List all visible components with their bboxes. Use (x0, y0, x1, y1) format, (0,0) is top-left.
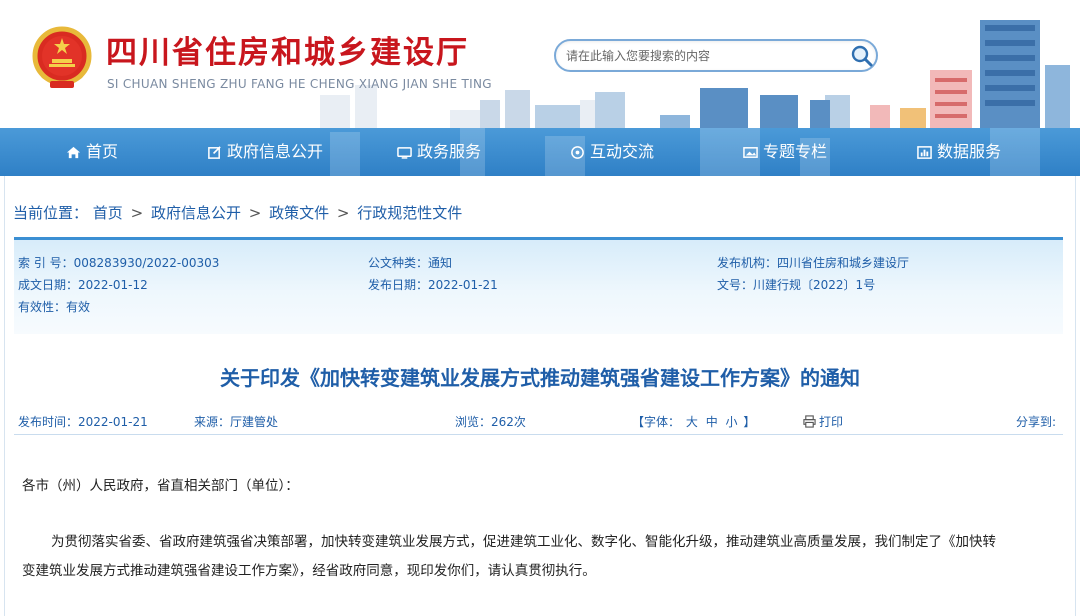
publish-time: 发布时间：2022-01-21 (18, 413, 148, 430)
breadcrumb-prefix: 当前位置： (13, 204, 89, 222)
meta-index-value: 008283930/2022-00303 (73, 256, 220, 270)
edit-icon (208, 145, 221, 159)
site-title-pinyin: SI CHUAN SHENG ZHU FANG HE CHENG XIANG J… (107, 77, 492, 91)
nav-label: 数据服务 (937, 142, 1002, 161)
view-count-label: 浏览： (455, 415, 492, 429)
font-size-label: 【字体： (632, 415, 681, 429)
monitor-icon (397, 146, 412, 159)
source-value: 厅建管处 (230, 415, 279, 429)
meta-published-label: 发布日期： (368, 278, 429, 292)
breadcrumb: 当前位置： 首页 > 政府信息公开 > 政策文件 > 行政规范性文件 (13, 202, 462, 223)
image-icon (743, 146, 758, 158)
info-divider (14, 434, 1063, 435)
publish-time-value: 2022-01-21 (78, 415, 148, 429)
meta-published: 发布日期：2022-01-21 (368, 276, 498, 293)
document-metadata-panel: 索 引 号：008283930/2022-00303 公文种类：通知 发布机构：… (14, 237, 1063, 334)
breadcrumb-separator: > (130, 204, 144, 222)
font-size-large-button[interactable]: 大 (684, 415, 700, 429)
meta-type-value: 通知 (428, 256, 453, 270)
font-size-control: 【字体： 大 中 小 】 (632, 413, 755, 430)
meta-org-value: 四川省住房和城乡建设厅 (777, 256, 910, 270)
font-size-medium-button[interactable]: 中 (704, 415, 720, 429)
nav-label: 首页 (86, 142, 119, 161)
nav-label: 互动交流 (590, 142, 655, 161)
meta-published-value: 2022-01-21 (428, 278, 498, 292)
nav-item-data-service[interactable]: 数据服务 (917, 128, 1001, 176)
publish-time-label: 发布时间： (18, 415, 79, 429)
meta-index: 索 引 号：008283930/2022-00303 (18, 254, 219, 271)
nav-label: 政务服务 (417, 142, 482, 161)
nav-label: 专题专栏 (763, 142, 828, 161)
nav-label: 政府信息公开 (227, 142, 324, 161)
meta-org: 发布机构：四川省住房和城乡建设厅 (717, 254, 909, 271)
national-emblem-icon (32, 26, 92, 88)
breadcrumb-normative-docs[interactable]: 行政规范性文件 (357, 204, 462, 222)
meta-index-label: 索 引 号： (18, 256, 74, 270)
meta-created: 成文日期：2022-01-12 (18, 276, 148, 293)
source-label: 来源： (194, 415, 231, 429)
paragraph-line-1: 为贯彻落实省委、省政府建筑强省决策部署，加快转变建筑业发展方式，促进建筑工业化、… (51, 534, 996, 550)
search-input[interactable] (566, 47, 836, 65)
view-count: 浏览：262次 (455, 413, 526, 430)
site-header: 四川省住房和城乡建设厅 SI CHUAN SHENG ZHU FANG HE C… (0, 0, 1080, 128)
print-button[interactable]: 打印 (803, 413, 843, 430)
print-label: 打印 (819, 415, 844, 429)
breadcrumb-home[interactable]: 首页 (93, 204, 123, 222)
nav-item-gov-service[interactable]: 政务服务 (397, 128, 481, 176)
share-label[interactable]: 分享到: (1016, 413, 1056, 430)
meta-docno-value: 川建行规〔2022〕1号 (753, 278, 876, 292)
nav-item-home[interactable]: 首页 (66, 128, 118, 176)
chart-icon (917, 145, 932, 159)
site-title: 四川省住房和城乡建设厅 (106, 35, 469, 71)
nav-item-gov-info[interactable]: 政府信息公开 (207, 128, 323, 176)
breadcrumb-separator: > (336, 204, 350, 222)
main-navigation: 首页 政府信息公开 政务服务 互动交流 专题专栏 数据服务 (0, 128, 1080, 176)
view-count-value: 262次 (491, 415, 526, 429)
printer-icon (803, 415, 816, 428)
meta-org-label: 发布机构： (717, 256, 778, 270)
document-title: 关于印发《加快转变建筑业发展方式推动建筑强省建设工作方案》的通知 (220, 366, 860, 390)
meta-docno-label: 文号： (717, 278, 754, 292)
meta-created-label: 成文日期： (18, 278, 79, 292)
font-size-small-button[interactable]: 小 (724, 415, 740, 429)
nav-item-special-topics[interactable]: 专题专栏 (743, 128, 827, 176)
breadcrumb-separator: > (248, 204, 262, 222)
meta-validity-label: 有效性： (18, 300, 67, 314)
salutation: 各市（州）人民政府，省直相关部门（单位）： (22, 478, 299, 494)
search-box (554, 39, 878, 72)
meta-docno: 文号：川建行规〔2022〕1号 (717, 276, 875, 293)
interaction-icon (571, 145, 584, 159)
home-icon (66, 146, 81, 158)
breadcrumb-gov-info[interactable]: 政府信息公开 (151, 204, 241, 222)
source: 来源：厅建管处 (194, 413, 278, 430)
meta-type: 公文种类：通知 (368, 254, 452, 271)
breadcrumb-policy-docs[interactable]: 政策文件 (269, 204, 329, 222)
meta-validity-value: 有效 (66, 300, 91, 314)
meta-validity: 有效性：有效 (18, 298, 90, 315)
paragraph-line-2: 变建筑业发展方式推动建筑强省建设工作方案》，经省政府同意，现印发你们，请认真贯彻… (22, 563, 596, 579)
meta-created-value: 2022-01-12 (78, 278, 148, 292)
font-size-close: 】 (743, 415, 756, 429)
meta-type-label: 公文种类： (368, 256, 429, 270)
nav-item-interaction[interactable]: 互动交流 (570, 128, 654, 176)
search-icon[interactable] (850, 44, 874, 68)
